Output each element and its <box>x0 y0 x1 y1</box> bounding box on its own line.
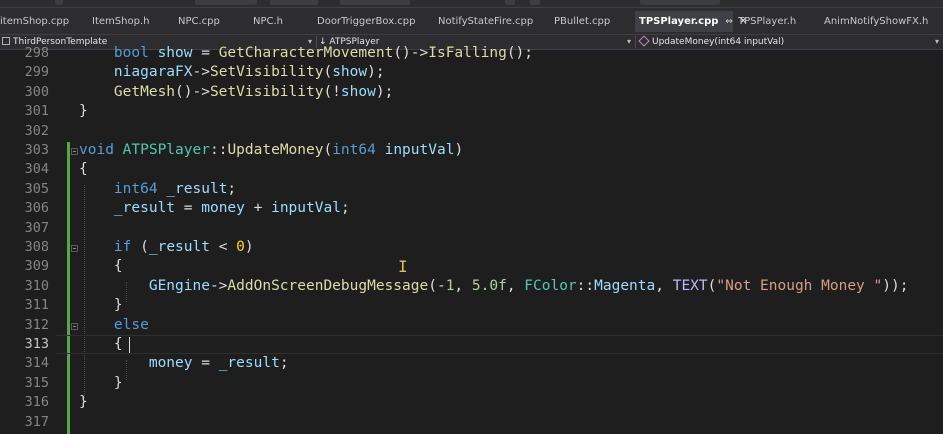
code-line[interactable]: 314 money = _result; <box>0 354 943 373</box>
tab-label: NPC.h <box>253 16 284 27</box>
line-number: 316 <box>24 394 49 411</box>
tab-label: NPC.cpp <box>178 16 220 27</box>
tab-itemshop-cpp[interactable]: itemShop.cpp <box>0 11 74 32</box>
line-number: 315 <box>24 374 49 391</box>
code-text: { <box>79 258 123 275</box>
code-line[interactable]: 303 void ATPSPlayer::UpdateMoney(int64 i… <box>0 141 943 160</box>
tab-notifystatefire-cpp[interactable]: NotifyStateFire.cpp <box>434 11 544 32</box>
code-line[interactable]: 312 else <box>0 316 943 335</box>
code-editor[interactable]: 298 bool show = GetCharacterMovement()->… <box>0 45 943 434</box>
tab-npc-h[interactable]: NPC.h <box>249 11 299 32</box>
code-line[interactable]: 298 bool show = GetCharacterMovement()->… <box>0 44 943 63</box>
code-text: bool show = GetCharacterMovement()->IsFa… <box>113 45 534 61</box>
tab-pbullet-cpp[interactable]: PBullet.cpp <box>550 11 628 32</box>
code-text: int64 _result; <box>113 180 237 197</box>
code-text: } <box>79 297 123 314</box>
code-text: _result = money + inputVal; <box>113 200 350 217</box>
code-line[interactable]: 305 int64 _result; <box>0 180 943 199</box>
code-line[interactable]: 310 GEngine->AddOnScreenDebugMessage(-1,… <box>0 277 943 296</box>
line-number: 305 <box>24 180 49 197</box>
text-cursor <box>129 337 130 353</box>
tab-label: TPSPlayer.h <box>738 16 797 27</box>
code-line[interactable]: 306 _result = money + inputVal; <box>0 199 943 218</box>
tab-label: TPSPlayer.cpp <box>639 16 719 27</box>
code-line-current[interactable]: 313 { <box>0 335 943 354</box>
run-target-button[interactable] <box>340 0 410 5</box>
code-line[interactable]: 302 <box>0 122 943 141</box>
toolbar-strip <box>0 0 943 8</box>
tab-animnotifyshowfx-h[interactable]: AnimNotifyShowFX.h <box>820 11 930 32</box>
code-line[interactable]: 315 } <box>0 374 943 393</box>
line-number: 299 <box>24 64 49 81</box>
code-text: money = _result; <box>148 355 289 372</box>
current-line-highlight <box>56 335 943 354</box>
line-number: 312 <box>24 316 49 333</box>
code-line[interactable]: 311 } <box>0 296 943 315</box>
line-number: 302 <box>24 122 49 139</box>
line-number: 311 <box>24 297 49 314</box>
code-text: { <box>79 161 88 178</box>
code-text: void ATPSPlayer::UpdateMoney(int64 input… <box>79 142 464 158</box>
code-text: } <box>79 103 88 120</box>
line-number: 303 <box>24 142 49 158</box>
line-number: 313 <box>24 336 49 352</box>
line-number: 301 <box>24 103 49 120</box>
code-line[interactable]: 316 } <box>0 393 943 412</box>
tab-tpsplayer-cpp[interactable]: TPSPlayer.cpp ⇔ ✕ <box>635 11 747 32</box>
code-line[interactable]: 300 GetMesh()->SetVisibility(!show); <box>0 83 943 102</box>
code-line[interactable]: 309 { <box>0 257 943 276</box>
line-number: 298 <box>24 45 49 61</box>
code-text: GEngine->AddOnScreenDebugMessage(-1, 5.0… <box>148 277 909 294</box>
code-text: GetMesh()->SetVisibility(!show); <box>113 83 394 100</box>
line-number: 308 <box>24 239 49 255</box>
platform-dropdown[interactable] <box>270 0 318 5</box>
code-text: } <box>79 394 88 411</box>
tab-tpsplayer-h[interactable]: TPSPlayer.h <box>734 11 818 32</box>
tab-label: PBullet.cpp <box>554 16 611 27</box>
solution-config-dropdown[interactable] <box>195 0 257 5</box>
tab-doortriggerbox-cpp[interactable]: DoorTriggerBox.cpp <box>313 11 423 32</box>
line-number: 304 <box>24 161 49 178</box>
code-text: niagaraFX->SetVisibility(show); <box>113 64 385 81</box>
code-line[interactable]: 299 niagaraFX->SetVisibility(show); <box>0 63 943 82</box>
code-line[interactable]: 301 } <box>0 102 943 121</box>
code-line[interactable]: 304 { <box>0 160 943 179</box>
tab-label: ItemShop.h <box>92 16 150 27</box>
code-text: } <box>79 374 123 391</box>
tab-label: DoorTriggerBox.cpp <box>317 16 416 27</box>
tab-label: itemShop.cpp <box>0 16 70 27</box>
bookmark-icons[interactable] <box>640 0 720 5</box>
line-number: 306 <box>24 200 49 217</box>
pin-icon[interactable]: ⇔ <box>725 17 733 27</box>
line-number: 300 <box>24 83 49 100</box>
document-tab-bar: itemShop.cpp ItemShop.h NPC.cpp NPC.h Do… <box>0 8 943 34</box>
code-text: else <box>113 316 149 333</box>
line-number: 307 <box>24 219 49 236</box>
code-line[interactable]: 308 if (_result < 0) <box>0 238 943 257</box>
toolbar-icon[interactable] <box>505 0 515 5</box>
toolbar-icon[interactable] <box>55 0 63 5</box>
toolbar-icon[interactable] <box>530 0 540 5</box>
tab-label: AnimNotifyShowFX.h <box>824 16 929 27</box>
tab-label: NotifyStateFire.cpp <box>438 16 534 27</box>
code-line[interactable]: 307 <box>0 219 943 238</box>
tab-npc-cpp[interactable]: NPC.cpp <box>174 11 236 32</box>
code-text: if (_result < 0) <box>113 239 254 255</box>
code-text: { <box>79 336 123 352</box>
line-number: 310 <box>24 277 49 294</box>
line-number: 317 <box>24 413 49 430</box>
i-beam-cursor-icon: I <box>398 257 408 276</box>
line-number: 309 <box>24 258 49 275</box>
tab-itemshop-h[interactable]: ItemShop.h <box>88 11 160 32</box>
line-number: 314 <box>24 355 49 372</box>
code-line[interactable]: 317 <box>0 413 943 432</box>
